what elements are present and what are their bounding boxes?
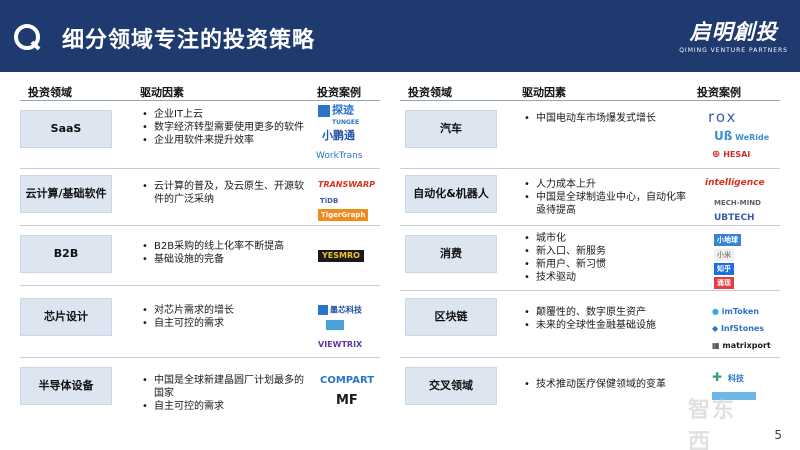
drivers-list-cross-field: 技术推动医疗保健领域的变革 [522,378,694,391]
imtoken-logo: ● imToken [712,307,759,316]
xiaopengtong-logo: 小鹏通 [322,129,355,142]
header-rule-left [20,100,380,101]
moxin-logo: 墨芯科技 [318,305,362,316]
field-label-saas: SaaS [20,110,112,148]
consumer-logo-2: 小米 [714,249,734,261]
driver-item: 中国是全球新建晶圆厂计划最多的国家 [140,374,312,400]
drivers-list-b2b: B2B采购的线上化率不断提高 基础设施的完备 [140,240,315,266]
driver-item: 自主可控的需求 [140,400,312,413]
consumer-logo-1: 小地球 [714,234,741,246]
chip-symbol-icon [326,320,344,330]
field-label-blockchain: 区块链 [405,298,497,336]
drivers-list-automation: 人力成本上升 中国是全球制造业中心，自动化率亟待提高 [522,178,687,217]
header-rule-right [400,100,780,101]
drivers-list-semi-equipment: 中国是全球新建晶圆厂计划最多的国家 自主可控的需求 [140,374,312,413]
row-divider [400,225,780,226]
yesmro-logo: YESMRO [318,250,364,262]
field-label-auto: 汽车 [405,110,497,148]
driver-item: 中国是全球制造业中心，自动化率亟待提高 [522,191,687,217]
drivers-list-blockchain: 颠覆性的、数字原生资产 未来的全球性金融基础设施 [522,306,692,332]
field-label-cross-field: 交叉领域 [405,367,497,405]
hesai-logo: ⊕ HESAI [712,149,751,160]
driver-item: 新用户、新习惯 [522,258,672,271]
field-label-cloud: 云计算/基础软件 [20,175,112,213]
cross-logo-2: 科技 [728,374,744,383]
row-divider [400,168,780,169]
drivers-list-cloud: 云计算的普及，及云原生、开源软件的广泛采纳 [140,180,310,206]
field-label-semi-equipment: 半导体设备 [20,367,112,405]
driver-item: 自主可控的需求 [140,317,310,330]
driver-item: 企业用软件来提升效率 [140,134,310,147]
mech-mind-logo: MECH-MIND [714,199,761,207]
brand-logo: 启明創投 QIMING VENTURE PARTNERS [679,16,788,54]
driver-item: 未来的全球性金融基础设施 [522,319,692,332]
consumer-logo-4: 涌现 [714,277,734,289]
driver-item: 基础设施的完备 [140,253,315,266]
field-label-consumer: 消费 [405,235,497,273]
infstones-logo: ◆ InfStones [712,324,765,333]
mf-logo: MF [336,393,358,408]
field-label-b2b: B2B [20,235,112,273]
drivers-list-auto: 中国电动车市场爆发式增长 [522,112,662,125]
row-divider [400,290,780,291]
col-header-field-right: 投资领域 [408,86,452,99]
col-header-drivers-right: 驱动因素 [522,86,566,99]
watermark: 智东西 [688,398,737,450]
transwarp-logo: TRANSWARP [318,180,376,189]
weride-logo: Uß WeRide [714,129,770,143]
rox-logo: rox [708,108,738,126]
field-label-automation: 自动化&机器人 [405,175,497,213]
tigergraph-logo: TigerGraph [318,209,369,221]
driver-item: 中国电动车市场爆发式增长 [522,112,662,125]
page-number: 5 [774,428,782,442]
driver-item: 云计算的普及，及云原生、开源软件的广泛采纳 [140,180,310,206]
page-title: 细分领域专注的投资策略 [62,28,316,53]
driver-item: 城市化 [522,232,672,245]
row-divider [20,285,380,286]
driver-item: 人力成本上升 [522,178,687,191]
field-label-chip-design: 芯片设计 [20,298,112,336]
ubtech-logo: UBTECH [714,213,755,223]
row-divider [20,357,380,358]
viewtrix-logo: VIEWTRIX [318,340,363,349]
intelligence-logo: intelligence [705,178,765,188]
col-header-field-left: 投资领域 [28,86,72,99]
driver-item: 企业IT上云 [140,108,310,121]
driver-item: B2B采购的线上化率不断提高 [140,240,315,253]
driver-item: 新入口、新服务 [522,245,672,258]
drivers-list-consumer: 城市化 新入口、新服务 新用户、新习惯 技术驱动 [522,232,672,284]
driver-item: 颠覆性的、数字原生资产 [522,306,692,319]
brand-name-cn: 启明創投 [689,20,778,44]
row-divider [400,357,780,358]
driver-item: 技术推动医疗保健领域的变革 [522,378,694,391]
col-header-cases-right: 投资案例 [697,86,741,99]
tungee-logo: 探迹 TUNGEE [318,105,359,128]
worktrans-logo: WorkTrans [316,151,363,161]
drivers-list-chip-design: 对芯片需求的增长 自主可控的需求 [140,304,310,330]
compart-logo: COMPART [320,375,375,386]
zhihu-logo: 知乎 [714,263,734,275]
drivers-list-saas: 企业IT上云 数字经济转型需要使用更多的软件 企业用软件来提升效率 [140,108,310,147]
driver-item: 对芯片需求的增长 [140,304,310,317]
cross-logo-1: ✚ [712,370,723,384]
col-header-drivers-left: 驱动因素 [140,86,184,99]
driver-item: 数字经济转型需要使用更多的软件 [140,121,310,134]
brand-name-en: QIMING VENTURE PARTNERS [679,47,788,54]
q-logo-icon [14,24,41,51]
row-divider [20,168,380,169]
col-header-cases-left: 投资案例 [317,86,361,99]
driver-item: 技术驱动 [522,271,672,284]
tidb-logo: TiDB [320,197,339,205]
header-bar: 细分领域专注的投资策略 启明創投 QIMING VENTURE PARTNERS [0,0,800,72]
row-divider [20,225,380,226]
matrixport-logo: ▦ matrixport [712,341,771,350]
